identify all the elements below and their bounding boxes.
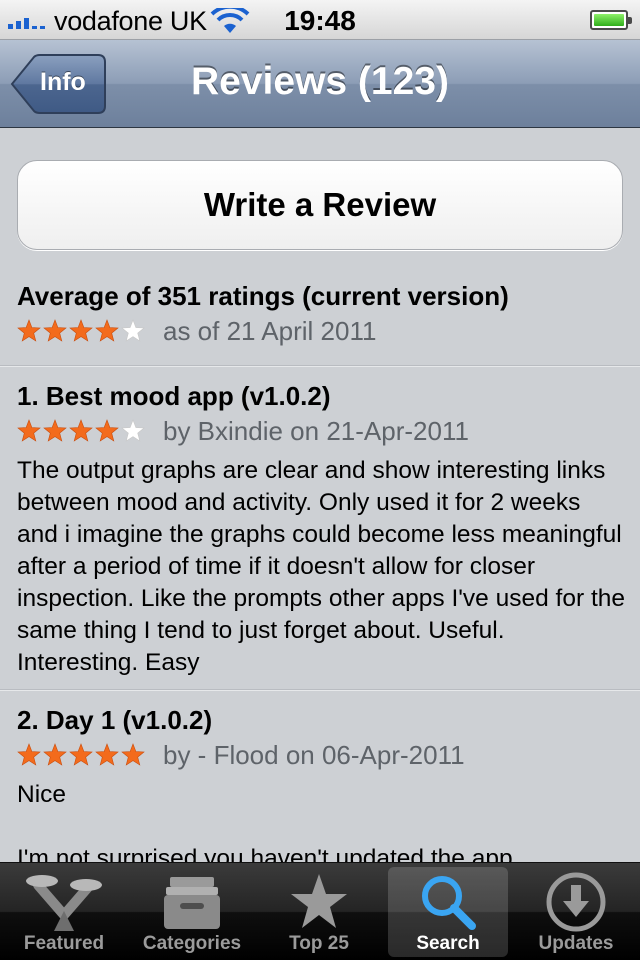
navigation-bar: Info Reviews (123) — [0, 40, 640, 128]
star-filled-icon — [69, 319, 93, 343]
status-bar: vodafone UK 19:48 — [0, 0, 640, 40]
tab-updates[interactable]: Updates — [516, 867, 636, 957]
updates-icon — [546, 872, 606, 932]
average-rating-date: as of 21 April 2011 — [163, 315, 377, 346]
write-review-button[interactable]: Write a Review — [17, 160, 623, 250]
tab-label: Updates — [538, 933, 614, 954]
star-filled-icon — [95, 419, 119, 443]
star-filled-icon — [17, 743, 41, 767]
status-time: 19:48 — [284, 5, 356, 36]
tab-search[interactable]: Search — [388, 867, 508, 957]
review-star-rating — [17, 743, 145, 767]
review-body-line: I'm not surprised you haven't updated th… — [17, 845, 513, 862]
star-filled-icon — [43, 419, 67, 443]
review-meta: by - Flood on 06-Apr-2011 — [17, 739, 465, 771]
star-empty-icon — [121, 319, 145, 343]
star-filled-icon — [95, 743, 119, 767]
divider — [0, 689, 640, 691]
average-rating-row: as of 21 April 2011 — [17, 315, 376, 347]
page-title: Reviews (123) — [191, 60, 449, 103]
review-body: The output graphs are clear and show int… — [17, 457, 626, 676]
star-filled-icon — [95, 319, 119, 343]
star-filled-icon — [43, 743, 67, 767]
review-byline: by Bxindie on 21-Apr-2011 — [163, 415, 469, 446]
tab-categories[interactable]: Categories — [132, 867, 252, 957]
review-title: 1. Best mood app (v1.0.2) — [17, 381, 331, 411]
average-rating-heading: Average of 351 ratings (current version) — [17, 281, 509, 311]
search-icon — [422, 876, 476, 930]
star-icon — [291, 874, 347, 928]
star-empty-icon — [121, 419, 145, 443]
tab-bar: Featured Categories Top 25 Search Update… — [0, 862, 640, 960]
review-byline: by - Flood on 06-Apr-2011 — [163, 739, 465, 770]
review-star-rating — [17, 419, 145, 443]
tab-label: Featured — [23, 933, 105, 954]
tab-label: Top 25 — [289, 933, 349, 954]
categories-icon — [164, 877, 220, 929]
reviews-list[interactable]: Write a Review Average of 351 ratings (c… — [0, 129, 640, 862]
star-filled-icon — [69, 743, 93, 767]
star-filled-icon — [69, 419, 93, 443]
tab-featured[interactable]: Featured — [4, 867, 124, 957]
star-filled-icon — [17, 319, 41, 343]
star-filled-icon — [43, 319, 67, 343]
average-star-rating — [17, 319, 145, 343]
review-title: 2. Day 1 (v1.0.2) — [17, 705, 213, 735]
featured-icon — [26, 875, 102, 931]
battery-icon — [590, 10, 632, 30]
tab-label: Categories — [142, 933, 242, 954]
star-filled-icon — [121, 743, 145, 767]
review-meta: by Bxindie on 21-Apr-2011 — [17, 415, 469, 447]
star-filled-icon — [17, 419, 41, 443]
review-body-line: Nice — [17, 781, 67, 808]
tab-label: Search — [416, 933, 480, 954]
tab-top-25[interactable]: Top 25 — [259, 867, 379, 957]
divider — [0, 365, 640, 367]
